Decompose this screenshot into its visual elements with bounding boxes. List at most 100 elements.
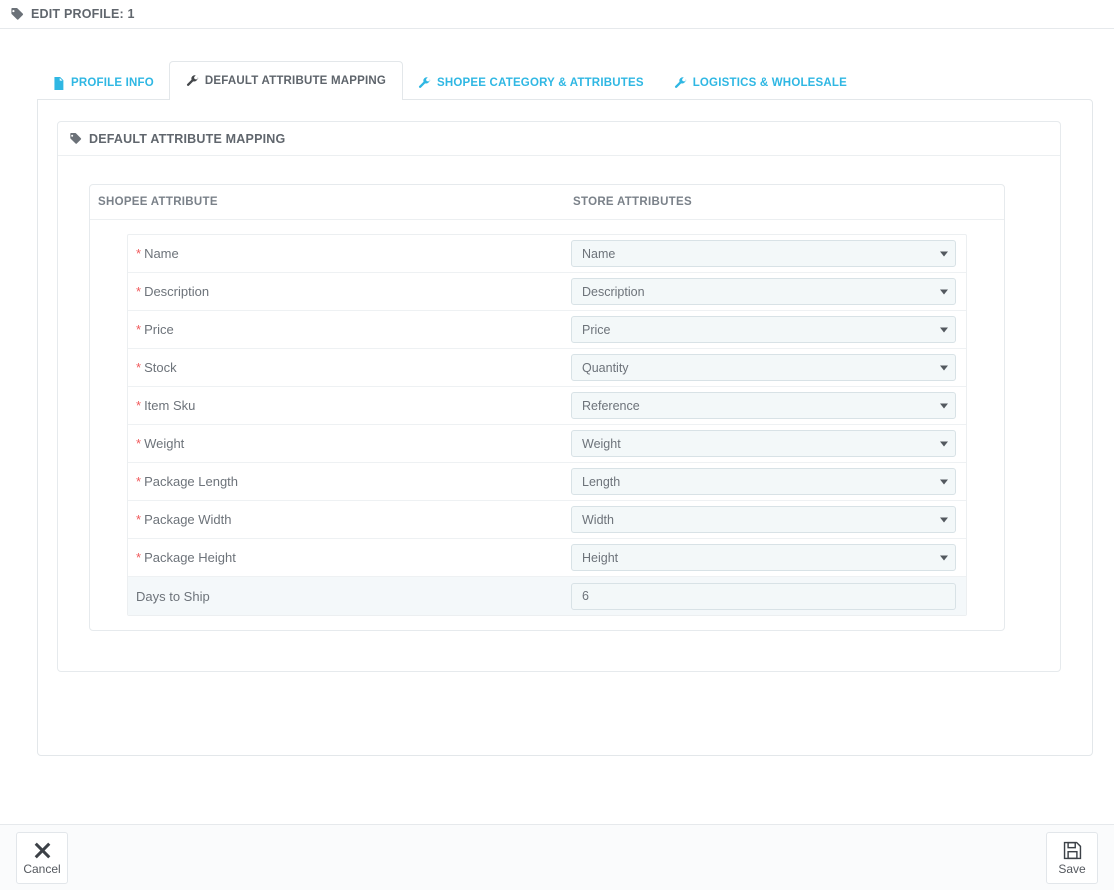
store-attribute-select-description[interactable]: Description <box>571 278 956 305</box>
table-row: Days to Ship 6 <box>128 577 966 615</box>
chevron-down-icon <box>940 555 948 560</box>
row-label-text: Description <box>144 284 210 299</box>
chevron-down-icon <box>940 251 948 256</box>
select-value: Weight <box>582 436 621 451</box>
column-header-shopee-attribute: SHOPEE ATTRIBUTE <box>98 196 218 208</box>
table-row: * Item Sku Reference <box>128 387 966 425</box>
table-row: * Name Name <box>128 235 966 273</box>
required-marker: * <box>136 322 142 337</box>
row-control: 6 <box>571 582 966 610</box>
row-control: Length <box>571 468 966 495</box>
chevron-down-icon <box>940 289 948 294</box>
tab-logistics-wholesale[interactable]: LOGISTICS & WHOLESALE <box>659 66 862 99</box>
cancel-button-label: Cancel <box>23 861 61 876</box>
row-label-text: Price <box>144 322 174 337</box>
page-title: EDIT PROFILE: 1 <box>31 7 135 21</box>
tab-strip: PROFILE INFO DEFAULT ATTRIBUTE MAPPING S… <box>37 61 862 100</box>
tab-label: DEFAULT ATTRIBUTE MAPPING <box>204 75 387 87</box>
row-label: * Package Length <box>128 474 571 489</box>
tab-default-attribute-mapping[interactable]: DEFAULT ATTRIBUTE MAPPING <box>168 61 404 100</box>
row-label: * Description <box>128 284 571 299</box>
tab-content-panel: DEFAULT ATTRIBUTE MAPPING SHOPEE ATTRIBU… <box>37 99 1093 756</box>
mapping-rows: * Name Name * Description Description * … <box>127 234 967 616</box>
floppy-disk-icon <box>1063 841 1082 860</box>
select-value: Width <box>582 512 614 527</box>
required-marker: * <box>136 550 142 565</box>
footer-toolbar: Cancel Save <box>0 824 1114 890</box>
required-marker: * <box>136 474 142 489</box>
required-marker: * <box>136 246 142 261</box>
tab-profile-info[interactable]: PROFILE INFO <box>37 66 169 99</box>
store-attribute-select-stock[interactable]: Quantity <box>571 354 956 381</box>
wrench-icon <box>674 76 687 90</box>
cancel-button[interactable]: Cancel <box>16 831 68 884</box>
required-marker: * <box>136 284 142 299</box>
tab-label: SHOPEE CATEGORY & ATTRIBUTES <box>437 77 644 89</box>
row-label: * Package Height <box>128 550 571 565</box>
required-marker: * <box>136 398 142 413</box>
row-label-text: Item Sku <box>144 398 196 413</box>
column-header-store-attributes: STORE ATTRIBUTES <box>573 196 692 208</box>
required-marker: * <box>136 436 142 451</box>
select-value: Name <box>582 246 616 261</box>
select-value: Reference <box>582 398 640 413</box>
row-control: Name <box>571 240 966 267</box>
days-to-ship-input[interactable]: 6 <box>571 582 956 610</box>
chevron-down-icon <box>940 479 948 484</box>
row-label: * Price <box>128 322 571 337</box>
store-attribute-select-package-length[interactable]: Length <box>571 468 956 495</box>
file-text-icon <box>52 76 65 90</box>
store-attribute-select-item-sku[interactable]: Reference <box>571 392 956 419</box>
row-control: Reference <box>571 392 966 419</box>
row-label-text: Package Width <box>144 512 232 527</box>
panel-header: DEFAULT ATTRIBUTE MAPPING <box>58 122 1060 156</box>
table-row: * Stock Quantity <box>128 349 966 387</box>
chevron-down-icon <box>940 517 948 522</box>
row-label: * Item Sku <box>128 398 571 413</box>
row-label-text: Weight <box>144 436 185 451</box>
table-row: * Package Width Width <box>128 501 966 539</box>
wrench-icon <box>418 76 431 90</box>
row-control: Quantity <box>571 354 966 381</box>
tag-icon <box>10 7 24 21</box>
store-attribute-select-name[interactable]: Name <box>571 240 956 267</box>
row-control: Width <box>571 506 966 533</box>
table-row: * Package Height Height <box>128 539 966 577</box>
row-label-text: Name <box>144 246 179 261</box>
row-control: Weight <box>571 430 966 457</box>
row-label-text: Package Length <box>144 474 239 489</box>
row-control: Height <box>571 544 966 571</box>
table-body: * Name Name * Description Description * … <box>90 220 1004 630</box>
select-value: Length <box>582 474 621 489</box>
row-label: Days to Ship <box>128 589 571 604</box>
table-header-row: SHOPEE ATTRIBUTE STORE ATTRIBUTES <box>90 185 1004 220</box>
store-attribute-select-price[interactable]: Price <box>571 316 956 343</box>
save-button[interactable]: Save <box>1046 831 1098 884</box>
attribute-mapping-table-panel: SHOPEE ATTRIBUTE STORE ATTRIBUTES * Name … <box>89 184 1005 631</box>
required-marker: * <box>136 360 142 375</box>
tab-label: PROFILE INFO <box>71 77 154 89</box>
input-value: 6 <box>582 589 589 603</box>
table-row: * Description Description <box>128 273 966 311</box>
tag-icon <box>69 132 82 145</box>
select-value: Description <box>582 284 645 299</box>
select-value: Quantity <box>582 360 629 375</box>
store-attribute-select-package-width[interactable]: Width <box>571 506 956 533</box>
row-control: Description <box>571 278 966 305</box>
chevron-down-icon <box>940 365 948 370</box>
panel-title: DEFAULT ATTRIBUTE MAPPING <box>89 131 286 146</box>
row-label: * Name <box>128 246 571 261</box>
tab-shopee-category-attributes[interactable]: SHOPEE CATEGORY & ATTRIBUTES <box>403 66 659 99</box>
store-attribute-select-weight[interactable]: Weight <box>571 430 956 457</box>
row-control: Price <box>571 316 966 343</box>
row-label: * Stock <box>128 360 571 375</box>
chevron-down-icon <box>940 327 948 332</box>
row-label-text: Stock <box>144 360 177 375</box>
row-label-text: Package Height <box>144 550 236 565</box>
select-value: Height <box>582 550 619 565</box>
wrench-icon <box>186 74 199 88</box>
select-value: Price <box>582 322 611 337</box>
close-x-icon <box>33 841 52 860</box>
store-attribute-select-package-height[interactable]: Height <box>571 544 956 571</box>
chevron-down-icon <box>940 403 948 408</box>
